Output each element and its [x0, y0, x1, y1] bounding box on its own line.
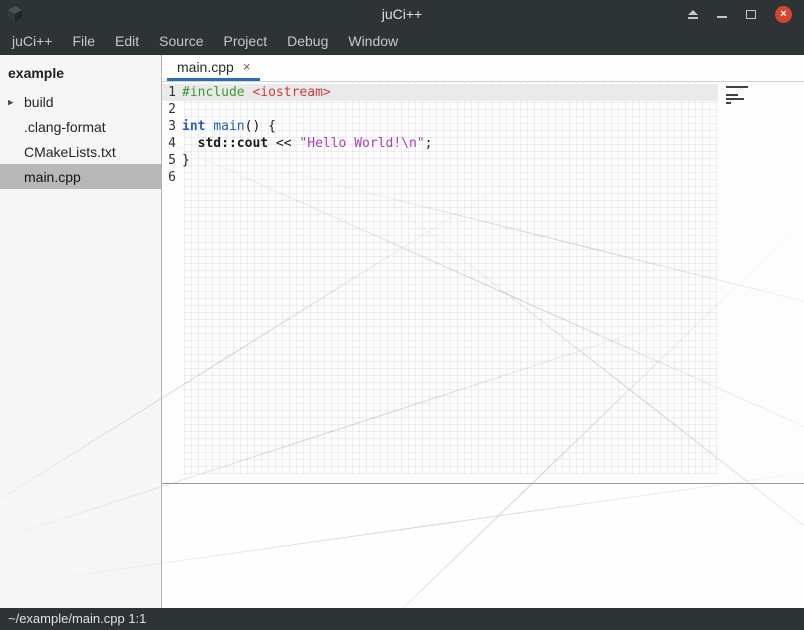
line-number: 6 [162, 169, 176, 186]
restore-icon [746, 10, 756, 19]
sidebar-item-build[interactable]: ▸build [0, 89, 161, 114]
restore-button[interactable] [746, 10, 756, 19]
line-number: 5 [162, 152, 176, 169]
window-title: juCi++ [0, 6, 804, 22]
menu-item-debug[interactable]: Debug [277, 28, 338, 55]
sidebar-item-cmakelists-txt[interactable]: CMakeLists.txt [0, 139, 161, 164]
main-column: main.cpp × 1 #include <iostream> 23 int mai… [162, 55, 804, 608]
tab-main-cpp[interactable]: main.cpp × [167, 55, 260, 81]
code-line[interactable]: 2 [162, 101, 718, 118]
menu-item-project[interactable]: Project [214, 28, 278, 55]
minimize-icon [717, 16, 727, 18]
tab-close-icon[interactable]: × [243, 59, 251, 74]
file-name-label: CMakeLists.txt [0, 144, 116, 160]
keep-above-button[interactable] [688, 10, 698, 19]
code-editor[interactable]: 1#include <iostream>23int main() {4 std:… [162, 82, 804, 483]
menu-item-window[interactable]: Window [338, 28, 408, 55]
eject-icon [688, 10, 698, 19]
code-line[interactable]: 3 int main() { [162, 118, 718, 135]
file-name-label: .clang-format [0, 119, 106, 135]
window-controls: × [688, 6, 792, 23]
project-root-label: example [0, 59, 161, 89]
status-file-path: ~/example/main.cpp 1:1 [8, 611, 146, 626]
line-number: 3 [162, 118, 176, 135]
code-text: std::cout << "Hello World!\n"; [182, 135, 432, 152]
tab-label: main.cpp [177, 59, 234, 75]
expander-arrow-icon[interactable]: ▸ [8, 95, 14, 108]
menu-item-juci[interactable]: juCi++ [2, 28, 62, 55]
status-bar: ~/example/main.cpp 1:1 [0, 608, 804, 630]
close-button[interactable]: × [775, 6, 792, 23]
menu-bar: juCi++FileEditSourceProjectDebugWindow [0, 28, 804, 55]
sidebar-item--clang-format[interactable]: .clang-format [0, 114, 161, 139]
terminal-panel[interactable] [162, 483, 804, 608]
file-tree: ▸build .clang-format CMakeLists.txt main.cp… [0, 89, 161, 189]
line-number: 1 [162, 84, 176, 101]
minimap-line [726, 86, 748, 88]
sidebar-item-main-cpp[interactable]: main.cpp [0, 164, 161, 189]
code-line[interactable]: 6 [162, 169, 718, 186]
minimap-line [726, 98, 744, 100]
minimap-line [726, 102, 731, 104]
code-text: } [182, 152, 190, 169]
content-area: example ▸build .clang-format CMakeLists.tx… [0, 55, 804, 608]
code-line[interactable]: 1 #include <iostream> [162, 84, 718, 101]
code-text: #include <iostream> [182, 84, 331, 101]
tab-bar: main.cpp × [162, 55, 804, 82]
minimize-button[interactable] [717, 10, 727, 18]
file-name-label: main.cpp [0, 169, 81, 185]
code-line[interactable]: 5} [162, 152, 718, 169]
code-lines: 1#include <iostream>23int main() {4 std:… [162, 82, 804, 186]
minimap[interactable] [726, 86, 750, 104]
menu-item-file[interactable]: File [62, 28, 105, 55]
app-logo-icon [6, 5, 24, 23]
menu-item-source[interactable]: Source [149, 28, 213, 55]
menu-item-edit[interactable]: Edit [105, 28, 149, 55]
file-tree-panel: example ▸build .clang-format CMakeLists.tx… [0, 55, 162, 608]
code-text: int main() { [182, 118, 276, 135]
minimap-line [726, 94, 738, 96]
code-line[interactable]: 4 std::cout << "Hello World!\n"; [162, 135, 718, 152]
line-number: 2 [162, 101, 176, 118]
title-bar[interactable]: juCi++ × [0, 0, 804, 28]
line-number: 4 [162, 135, 176, 152]
